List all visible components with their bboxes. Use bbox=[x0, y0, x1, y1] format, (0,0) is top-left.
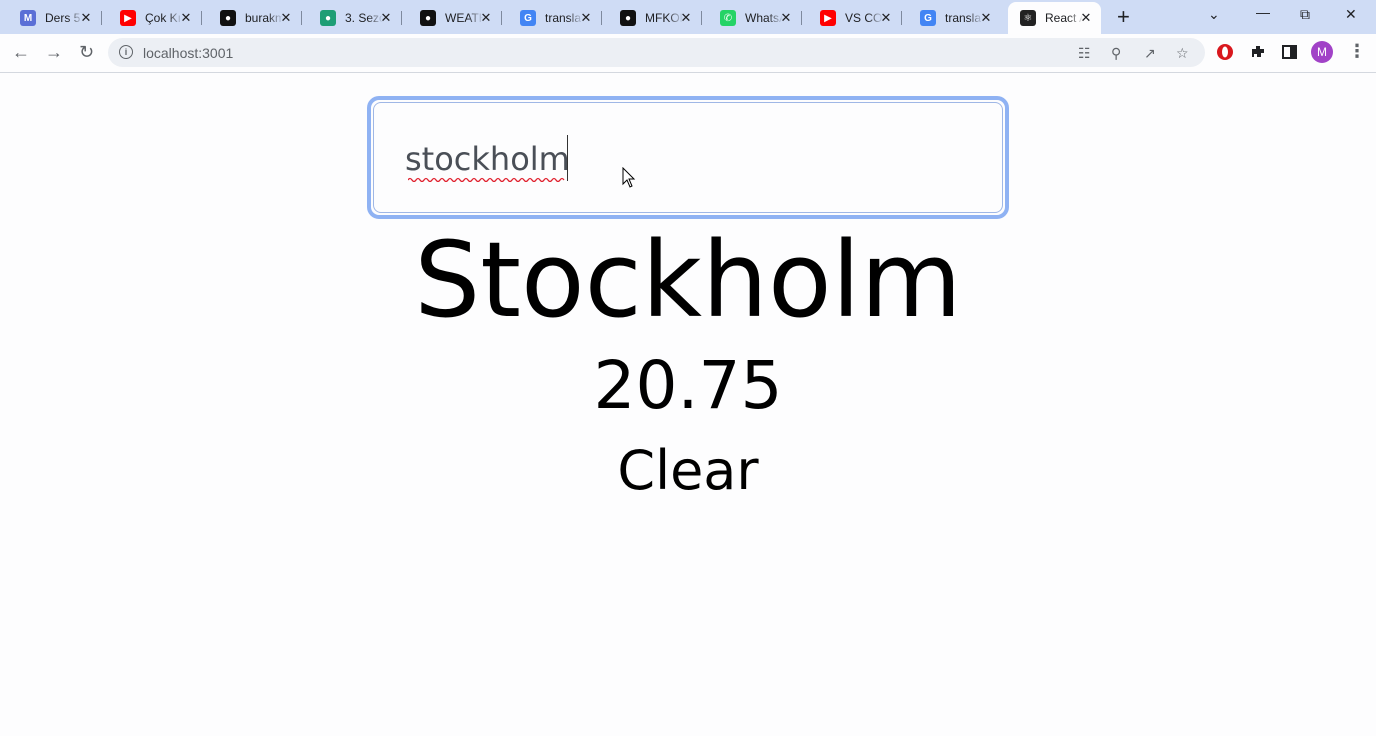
tab-separator bbox=[901, 11, 902, 25]
browser-tab[interactable]: ●MFKOK✕ bbox=[608, 5, 702, 31]
tab-close-icon[interactable]: ✕ bbox=[1078, 10, 1094, 26]
spellcheck-squiggle bbox=[408, 177, 565, 182]
tab-search-icon[interactable]: ⌄ bbox=[1208, 6, 1220, 23]
tab-close-icon[interactable]: ✕ bbox=[678, 10, 694, 26]
new-tab-button[interactable]: + bbox=[1117, 6, 1130, 28]
back-button[interactable]: ← bbox=[12, 42, 30, 62]
classroom-icon: ● bbox=[320, 10, 336, 26]
tab-close-icon[interactable]: ✕ bbox=[578, 10, 594, 26]
minimize-button[interactable]: — bbox=[1256, 4, 1270, 20]
tab-separator bbox=[101, 11, 102, 25]
mouse-pointer-icon bbox=[622, 167, 636, 188]
city-search-box bbox=[367, 96, 1009, 219]
tab-strip: MDers 5✕▶Çok Kı✕●burakm✕●3. Sezo✕●WEATH✕… bbox=[0, 0, 1376, 34]
tab-close-icon[interactable]: ✕ bbox=[978, 10, 994, 26]
tab-separator bbox=[601, 11, 602, 25]
google-icon: G bbox=[520, 10, 536, 26]
address-url[interactable]: localhost:3001 bbox=[143, 45, 233, 61]
browser-tab[interactable]: ● burakm ✕ bbox=[208, 5, 302, 31]
github-icon: ● bbox=[420, 10, 436, 26]
opera-extension-icon[interactable] bbox=[1216, 43, 1234, 61]
react-icon: ⚛ bbox=[1020, 10, 1036, 26]
zoom-icon[interactable]: ⚲ bbox=[1111, 45, 1121, 62]
share-icon[interactable]: ↗ bbox=[1144, 45, 1156, 62]
browser-tab[interactable]: ● 3. Sezo ✕ bbox=[308, 5, 402, 31]
bookmark-star-icon[interactable]: ☆ bbox=[1176, 45, 1189, 62]
weather-condition: Clear bbox=[617, 439, 759, 502]
text-caret bbox=[567, 135, 568, 181]
whatsapp-icon: ✆ bbox=[720, 10, 736, 26]
tab-separator bbox=[301, 11, 302, 25]
city-search-input[interactable] bbox=[405, 136, 965, 182]
tab-close-icon[interactable]: ✕ bbox=[78, 10, 94, 26]
profile-avatar[interactable]: M bbox=[1311, 41, 1333, 63]
github-icon: ● bbox=[220, 10, 236, 26]
browser-tab[interactable]: ▶ Çok Kı ✕ bbox=[108, 5, 202, 31]
address-bar[interactable]: i localhost:3001 ☷ ⚲ ↗ ☆ bbox=[108, 38, 1205, 67]
browser-menu-icon[interactable]: ⋮ bbox=[1348, 41, 1366, 61]
side-panel-icon[interactable] bbox=[1281, 43, 1299, 61]
browser-tab[interactable]: Gtransla ✕ bbox=[508, 5, 602, 31]
temperature-value: 20.75 bbox=[593, 347, 783, 424]
browser-tab[interactable]: ▶VS COD✕ bbox=[808, 5, 902, 31]
tab-close-icon[interactable]: ✕ bbox=[178, 10, 194, 26]
site-info-icon[interactable]: i bbox=[119, 45, 133, 59]
tab-separator bbox=[501, 11, 502, 25]
translate-icon[interactable]: ☷ bbox=[1078, 45, 1091, 62]
tab-close-icon[interactable]: ✕ bbox=[878, 10, 894, 26]
browser-toolbar: ← → ↻ i localhost:3001 ☷ ⚲ ↗ ☆ M ⋮ bbox=[0, 34, 1376, 73]
tab-close-icon[interactable]: ✕ bbox=[378, 10, 394, 26]
tab-separator bbox=[701, 11, 702, 25]
google-icon: G bbox=[920, 10, 936, 26]
tab-separator bbox=[401, 11, 402, 25]
browser-tab[interactable]: Gtransla ✕ bbox=[908, 5, 1001, 31]
browser-tab[interactable]: ●WEATH✕ bbox=[408, 5, 502, 31]
tab-separator bbox=[801, 11, 802, 25]
tab-close-icon[interactable]: ✕ bbox=[278, 10, 294, 26]
browser-tab[interactable]: M Ders 5 ✕ bbox=[8, 5, 102, 31]
extensions-puzzle-icon[interactable] bbox=[1249, 43, 1267, 61]
youtube-icon: ▶ bbox=[820, 10, 836, 26]
browser-tab[interactable]: ✆ WhatsA ✕ bbox=[708, 5, 802, 31]
tab-close-icon[interactable]: ✕ bbox=[778, 10, 794, 26]
reload-button[interactable]: ↻ bbox=[79, 42, 94, 62]
restore-button[interactable]: ⧉ bbox=[1300, 6, 1310, 23]
close-window-button[interactable]: ✕ bbox=[1345, 6, 1357, 23]
tab-close-icon[interactable]: ✕ bbox=[478, 10, 494, 26]
tab-separator bbox=[201, 11, 202, 25]
forward-button[interactable]: → bbox=[45, 42, 63, 62]
github-icon: ● bbox=[620, 10, 636, 26]
ders-icon: M bbox=[20, 10, 36, 26]
city-name: Stockholm bbox=[414, 219, 962, 341]
browser-tab[interactable]: ⚛ React A ✕ bbox=[1008, 2, 1101, 34]
youtube-icon: ▶ bbox=[120, 10, 136, 26]
